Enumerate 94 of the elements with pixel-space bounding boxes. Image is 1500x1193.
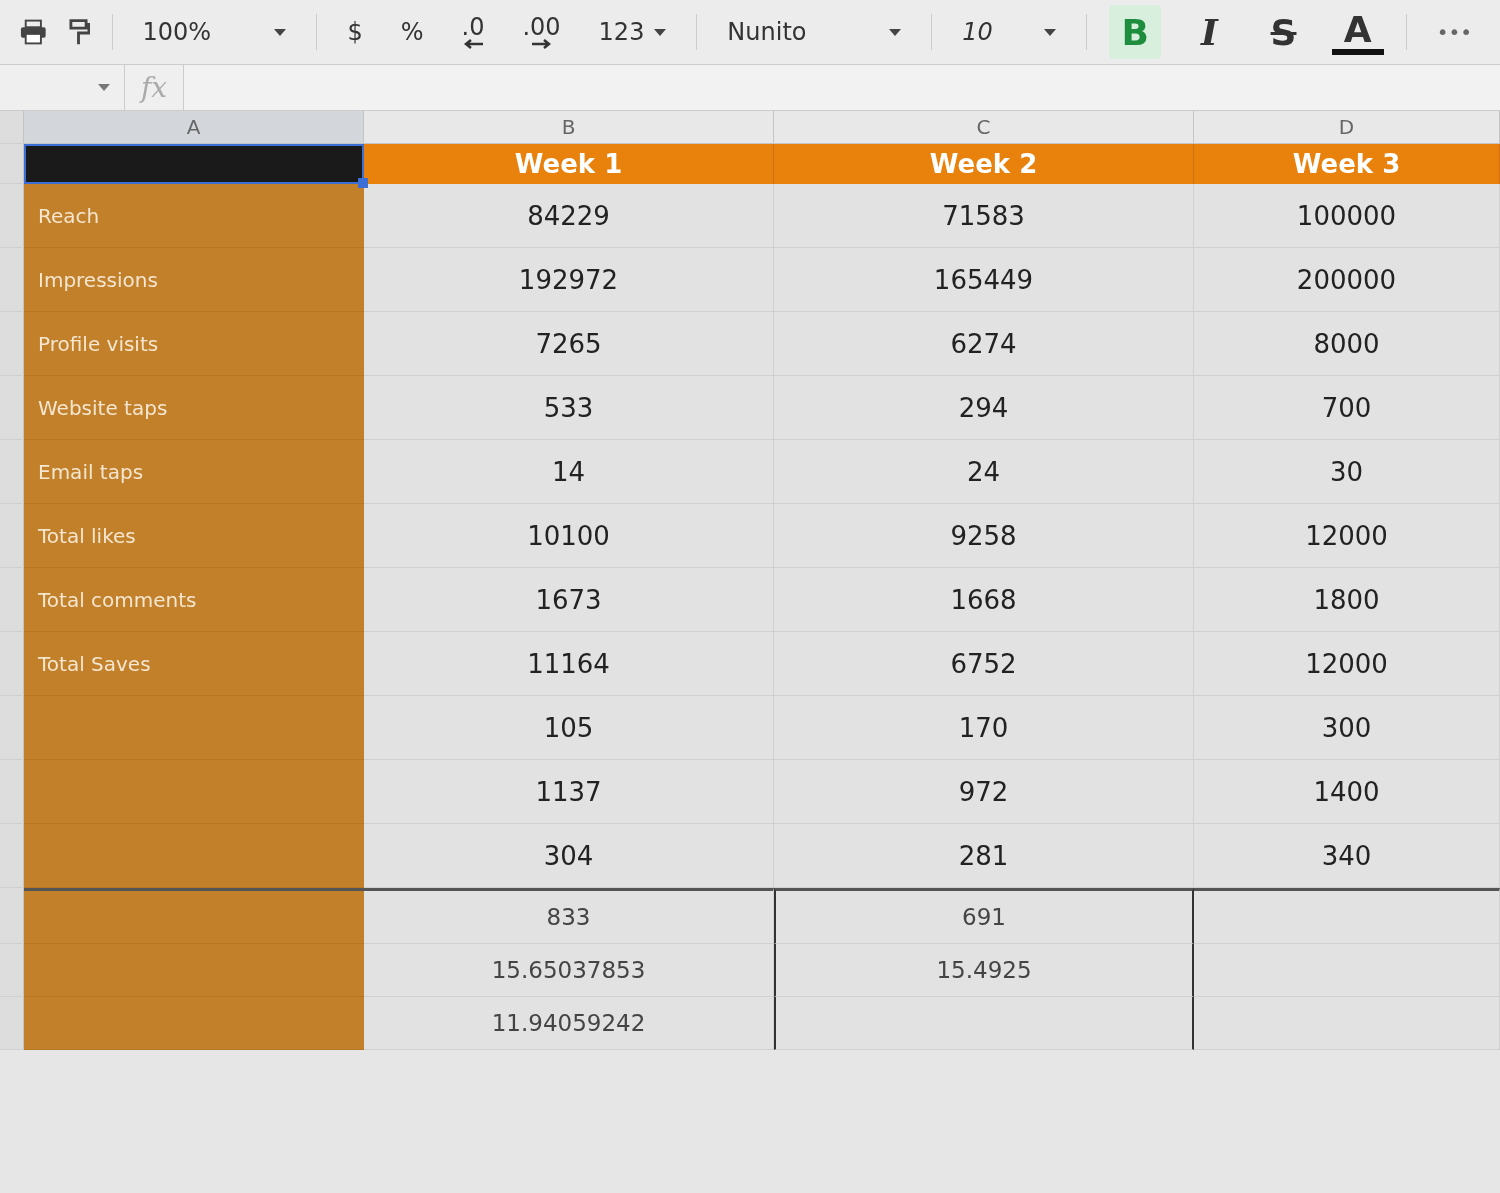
table-cell: 972 xyxy=(774,760,1194,824)
table-cell: 30 xyxy=(1194,440,1500,504)
currency-button[interactable]: $ xyxy=(339,14,371,50)
header-cell: Week 3 xyxy=(1194,144,1500,184)
table-cell: 170 xyxy=(774,696,1194,760)
caret-icon xyxy=(98,84,110,91)
table-cell: 691 xyxy=(774,888,1194,944)
increase-decimal-button[interactable]: .00 xyxy=(514,11,569,53)
row-header[interactable] xyxy=(0,696,24,760)
print-icon[interactable] xyxy=(20,19,47,45)
table-cell: 1668 xyxy=(774,568,1194,632)
fill-handle[interactable] xyxy=(358,178,368,188)
row-header[interactable] xyxy=(0,944,24,997)
table-cell: 10100 xyxy=(364,504,774,568)
header-cell: Week 1 xyxy=(364,144,774,184)
row-label: Email taps xyxy=(24,440,364,504)
formula-input[interactable] xyxy=(184,65,1500,111)
caret-icon xyxy=(1044,28,1057,36)
row-header[interactable] xyxy=(0,376,24,440)
row-label: Website taps xyxy=(24,376,364,440)
table-cell: 105 xyxy=(364,696,774,760)
row-label: Total Saves xyxy=(24,632,364,696)
table-cell: 15.4925 xyxy=(774,944,1194,997)
number-format-dropdown[interactable]: 123 xyxy=(590,14,675,50)
table-cell: 1800 xyxy=(1194,568,1500,632)
table-cell: 192972 xyxy=(364,248,774,312)
column-header[interactable]: A xyxy=(24,111,364,144)
row-header[interactable] xyxy=(0,997,24,1050)
table-cell: 8000 xyxy=(1194,312,1500,376)
table-cell: 71583 xyxy=(774,184,1194,248)
zoom-dropdown[interactable]: 100% xyxy=(134,14,295,50)
table-cell: 7265 xyxy=(364,312,774,376)
percent-button[interactable]: % xyxy=(392,14,432,50)
table-cell: 533 xyxy=(364,376,774,440)
column-header[interactable]: C xyxy=(774,111,1194,144)
paint-format-icon[interactable] xyxy=(68,18,90,46)
row-header[interactable] xyxy=(0,248,24,312)
table-cell: 1673 xyxy=(364,568,774,632)
table-cell: 11.94059242 xyxy=(364,997,774,1050)
table-cell: 294 xyxy=(774,376,1194,440)
row-label: Profile visits xyxy=(24,312,364,376)
table-cell: 6274 xyxy=(774,312,1194,376)
row-header[interactable] xyxy=(0,504,24,568)
table-cell: 6752 xyxy=(774,632,1194,696)
row-label: Reach xyxy=(24,184,364,248)
column-header[interactable]: B xyxy=(364,111,774,144)
row-header[interactable] xyxy=(0,184,24,248)
table-cell: 9258 xyxy=(774,504,1194,568)
row-header[interactable] xyxy=(0,440,24,504)
table-cell: 304 xyxy=(364,824,774,888)
fx-label: fx xyxy=(125,65,185,111)
column-header[interactable]: D xyxy=(1194,111,1500,144)
table-cell: 12000 xyxy=(1194,504,1500,568)
row-header[interactable] xyxy=(0,144,24,184)
strikethrough-button[interactable]: S xyxy=(1257,5,1310,59)
row-label: Total comments xyxy=(24,568,364,632)
row-header[interactable] xyxy=(0,632,24,696)
table-cell: 14 xyxy=(364,440,774,504)
caret-icon xyxy=(274,28,287,36)
row-header[interactable] xyxy=(0,760,24,824)
corner-cell[interactable] xyxy=(0,111,24,144)
row-header[interactable] xyxy=(0,888,24,944)
right-arrow-icon xyxy=(531,39,552,49)
decrease-decimal-button[interactable]: .0 xyxy=(453,11,493,53)
left-arrow-icon xyxy=(462,39,483,49)
table-cell: 281 xyxy=(774,824,1194,888)
row-header[interactable] xyxy=(0,312,24,376)
font-dropdown[interactable]: Nunito xyxy=(719,14,910,50)
table-cell: 15.65037853 xyxy=(364,944,774,997)
row-header[interactable] xyxy=(0,824,24,888)
table-cell: 1137 xyxy=(364,760,774,824)
table-cell: 200000 xyxy=(1194,248,1500,312)
caret-icon xyxy=(889,28,902,36)
table-cell: 833 xyxy=(364,888,774,944)
table-cell: 340 xyxy=(1194,824,1500,888)
font-size-dropdown[interactable]: 10 xyxy=(954,14,1065,50)
italic-button[interactable]: I xyxy=(1183,5,1236,59)
row-header[interactable] xyxy=(0,568,24,632)
caret-icon xyxy=(654,28,667,36)
table-cell: 12000 xyxy=(1194,632,1500,696)
more-button[interactable]: ••• xyxy=(1428,16,1481,48)
row-label: Total likes xyxy=(24,504,364,568)
table-cell: 1400 xyxy=(1194,760,1500,824)
header-cell: Week 2 xyxy=(774,144,1194,184)
table-cell: 300 xyxy=(1194,696,1500,760)
row-label: Impressions xyxy=(24,248,364,312)
table-cell: 100000 xyxy=(1194,184,1500,248)
text-color-button[interactable]: A xyxy=(1331,9,1384,55)
name-box[interactable] xyxy=(0,65,125,111)
table-cell: 165449 xyxy=(774,248,1194,312)
table-cell: 11164 xyxy=(364,632,774,696)
table-cell: 24 xyxy=(774,440,1194,504)
table-cell: 84229 xyxy=(364,184,774,248)
table-cell: 700 xyxy=(1194,376,1500,440)
